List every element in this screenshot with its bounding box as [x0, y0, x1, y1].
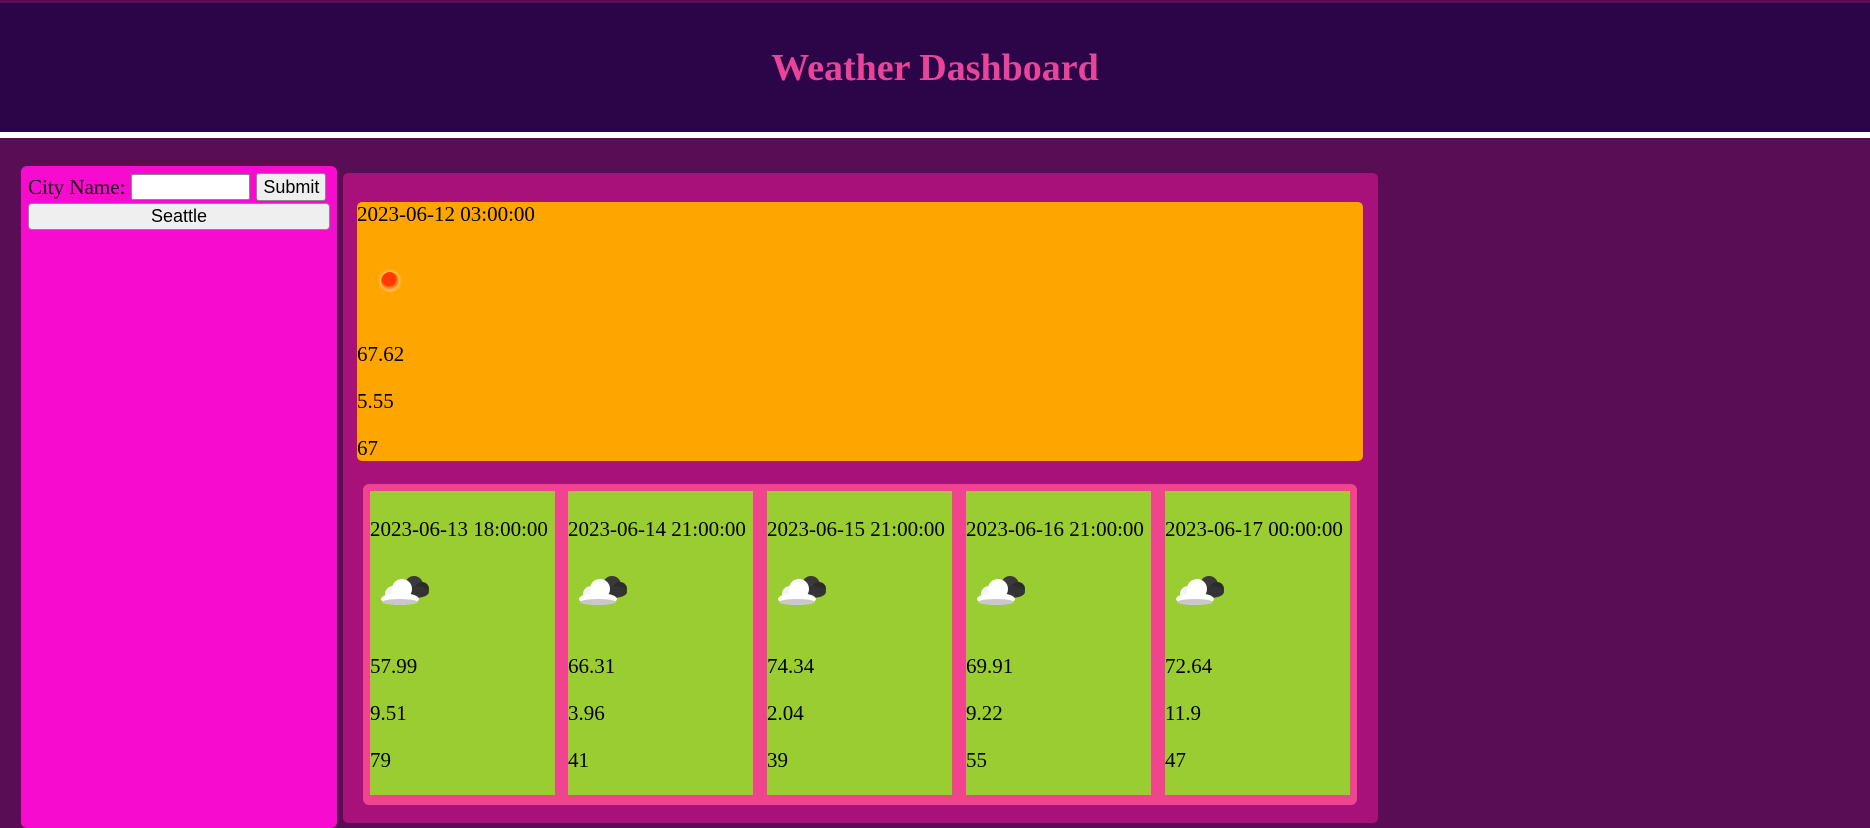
forecast-card: 2023-06-13 18:00:00 57.99 9.51 79	[370, 491, 555, 795]
city-name-input[interactable]	[131, 174, 251, 200]
forecast-card: 2023-06-15 21:00:00 74.34 2.04 39	[767, 491, 952, 795]
forecast-temp: 57.99	[370, 654, 418, 678]
search-form: City Name: Submit	[28, 173, 327, 201]
current-humidity: 67	[357, 436, 378, 460]
forecast-humidity: 41	[568, 748, 589, 772]
forecast-humidity: 55	[966, 748, 987, 772]
forecast-card: 2023-06-14 21:00:00 66.31 3.96 41	[568, 491, 753, 795]
current-date: 2023-06-12 03:00:00	[357, 202, 535, 226]
cloud-icon	[977, 576, 1025, 605]
forecast-humidity: 39	[767, 748, 788, 772]
forecast-humidity: 47	[1165, 748, 1186, 772]
forecast-date: 2023-06-16 21:00:00	[966, 517, 1144, 541]
forecast-date: 2023-06-14 21:00:00	[568, 517, 746, 541]
forecast-humidity: 79	[370, 748, 391, 772]
forecast-temp: 66.31	[568, 654, 616, 678]
forecast-temp: 74.34	[767, 654, 815, 678]
forecast-wind: 11.9	[1165, 701, 1201, 725]
forecast-container: 2023-06-13 18:00:00 57.99 9.51 79 2023-0…	[363, 484, 1357, 805]
forecast-date: 2023-06-15 21:00:00	[767, 517, 945, 541]
page-title: Weather Dashboard	[771, 46, 1099, 89]
forecast-wind: 9.51	[370, 701, 407, 725]
history-button-seattle[interactable]: Seattle	[28, 203, 330, 230]
current-weather-card: 2023-06-12 03:00:00 67.62 5.55 67	[357, 202, 1363, 461]
sidebar: City Name: Submit Seattle	[21, 166, 337, 828]
forecast-temp: 69.91	[966, 654, 1014, 678]
forecast-wind: 9.22	[966, 701, 1003, 725]
header-divider	[0, 132, 1870, 138]
current-temp: 67.62	[357, 342, 405, 366]
submit-button[interactable]: Submit	[256, 173, 327, 201]
forecast-card: 2023-06-17 00:00:00 72.64 11.9 47	[1165, 491, 1350, 795]
cloud-icon	[579, 576, 627, 605]
forecast-temp: 72.64	[1165, 654, 1213, 678]
main-panel: 2023-06-12 03:00:00 67.62 5.55 67 2023-0…	[343, 173, 1378, 823]
forecast-wind: 3.96	[568, 701, 605, 725]
cloud-icon	[381, 576, 429, 605]
page-header: Weather Dashboard	[0, 3, 1870, 132]
cloud-icon	[1176, 576, 1224, 605]
forecast-date: 2023-06-13 18:00:00	[370, 517, 548, 541]
forecast-card: 2023-06-16 21:00:00 69.91 9.22 55	[966, 491, 1151, 795]
cloud-icon	[778, 576, 826, 605]
forecast-date: 2023-06-17 00:00:00	[1165, 517, 1343, 541]
city-name-label: City Name:	[28, 174, 126, 199]
forecast-wind: 2.04	[767, 701, 804, 725]
current-wind: 5.55	[357, 389, 394, 413]
sun-icon	[381, 272, 399, 290]
